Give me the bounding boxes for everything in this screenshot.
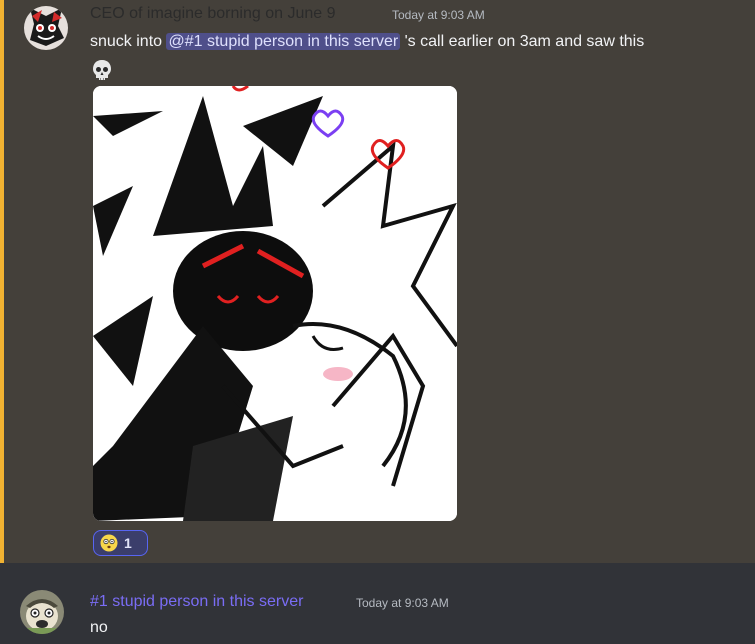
avatar[interactable] bbox=[24, 6, 68, 50]
message-content: snuck into @#1 stupid person in this ser… bbox=[90, 33, 644, 51]
message-text: 's call earlier on 3am and saw this bbox=[400, 33, 645, 50]
fanart-image bbox=[93, 86, 457, 521]
message-content: no bbox=[90, 619, 108, 636]
message-author[interactable]: CEO of imagine borning on June 9 bbox=[90, 5, 335, 23]
message-author[interactable]: #1 stupid person in this server bbox=[90, 593, 303, 611]
reaction-button[interactable]: 1 bbox=[93, 530, 148, 556]
dizzy-face-icon bbox=[100, 534, 118, 552]
message-timestamp: Today at 9:03 AM bbox=[356, 596, 449, 610]
skull-icon bbox=[90, 58, 114, 82]
message-text: snuck into bbox=[90, 33, 167, 50]
message: #1 stupid person in this server Today at… bbox=[0, 563, 755, 644]
user-mention[interactable]: @#1 stupid person in this server bbox=[166, 33, 401, 50]
avatar[interactable] bbox=[20, 590, 64, 634]
image-attachment[interactable] bbox=[93, 86, 457, 521]
reaction-count: 1 bbox=[124, 535, 132, 551]
message-highlighted: CEO of imagine borning on June 9 Today a… bbox=[0, 0, 755, 563]
message-timestamp: Today at 9:03 AM bbox=[392, 8, 485, 22]
